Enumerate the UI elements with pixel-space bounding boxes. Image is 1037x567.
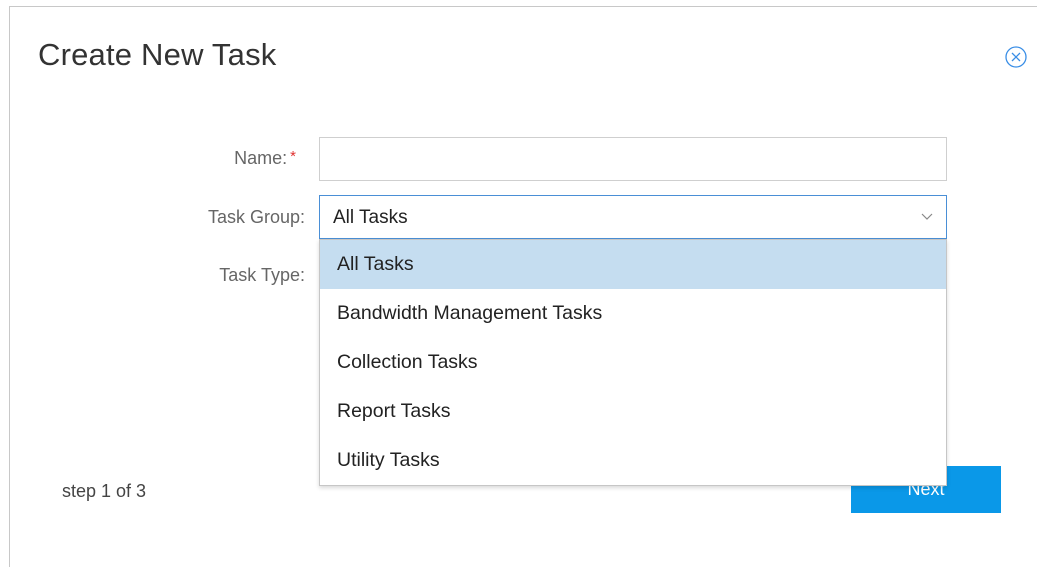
chevron-down-icon [921, 213, 933, 220]
name-label: Name: * [96, 148, 296, 169]
task-group-label: Task Group: [207, 207, 305, 227]
option-bandwidth-management-tasks[interactable]: Bandwidth Management Tasks [320, 289, 946, 338]
dialog-title: Create New Task [38, 37, 277, 72]
close-icon[interactable] [1004, 45, 1028, 69]
option-utility-tasks[interactable]: Utility Tasks [320, 436, 946, 485]
option-report-tasks[interactable]: Report Tasks [320, 387, 946, 436]
task-group-dropdown: All Tasks Bandwidth Management Tasks Col… [319, 239, 947, 486]
required-marker: * [290, 148, 296, 165]
task-group-select[interactable]: All Tasks [319, 195, 947, 239]
step-indicator: step 1 of 3 [62, 481, 147, 501]
task-type-label: Task Type: [219, 265, 305, 285]
option-all-tasks[interactable]: All Tasks [320, 240, 946, 289]
name-input[interactable] [319, 137, 947, 181]
name-label-text: Name: [234, 148, 288, 168]
option-collection-tasks[interactable]: Collection Tasks [320, 338, 946, 387]
task-group-value: All Tasks [333, 207, 408, 228]
